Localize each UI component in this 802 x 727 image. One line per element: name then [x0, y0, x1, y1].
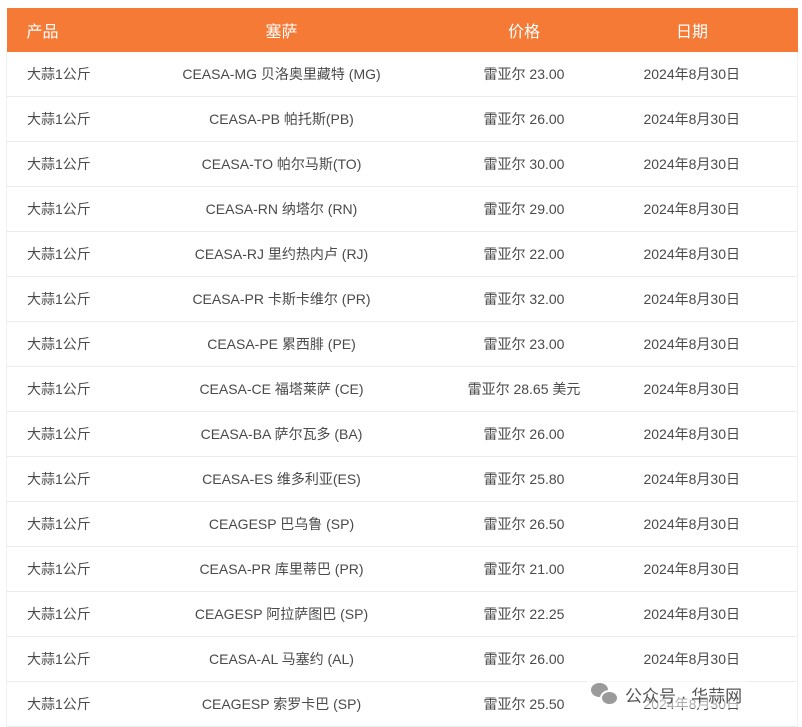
table-row: 大蒜1公斤 CEAGESP 阿拉萨图巴 (SP) 雷亚尔 22.25 2024年8月3… — [6, 591, 798, 637]
cell-ceasa: CEAGESP 索罗卡巴 (SP) — [101, 681, 462, 727]
header-date: 日期 — [675, 24, 708, 41]
table-row: 大蒜1公斤 CEASA-BA 萨尔瓦多 (BA) 雷亚尔 26.00 2024年8月3… — [6, 411, 798, 457]
cell-price: 雷亚尔 26.50 — [461, 501, 587, 547]
cell-price: 雷亚尔 25.50 — [461, 681, 587, 727]
table-row: 大蒜1公斤 CEASA-RJ 里约热内卢 (RJ) 雷亚尔 22.00 2024年8月… — [6, 231, 798, 277]
cell-date: 2024年8月30日 — [586, 321, 798, 367]
cell-price: 雷亚尔 23.00 — [461, 321, 587, 367]
cell-date: 2024年8月30日 — [586, 141, 798, 187]
header-row: 产品 塞萨 价格 日期 — [6, 8, 798, 52]
cell-date: 2024年8月30日 — [586, 52, 798, 97]
cell-date: 2024年8月30日 — [586, 186, 798, 232]
table-row: 大蒜1公斤 CEASA-PB 帕托斯(PB) 雷亚尔 26.00 2024年8月30日 — [6, 96, 798, 142]
cell-product: 大蒜1公斤 — [6, 366, 102, 412]
cell-product: 大蒜1公斤 — [6, 276, 102, 322]
cell-ceasa: CEASA-MG 贝洛奥里藏特 (MG) — [101, 52, 462, 97]
table-row: 大蒜1公斤 CEASA-AL 马塞约 (AL) 雷亚尔 26.00 2024年8月30… — [6, 636, 798, 682]
cell-date: 2024年8月30日 — [586, 636, 798, 682]
cell-product: 大蒜1公斤 — [6, 231, 102, 277]
cell-ceasa: CEASA-PE 累西腓 (PE) — [101, 321, 462, 367]
cell-ceasa: CEASA-PR 库里蒂巴 (PR) — [101, 546, 462, 592]
cell-price: 雷亚尔 22.00 — [461, 231, 587, 277]
cell-ceasa: CEASA-ES 维多利亚(ES) — [101, 456, 462, 502]
table-row: 大蒜1公斤 CEAGESP 巴乌鲁 (SP) 雷亚尔 26.50 2024年8月30日 — [6, 501, 798, 547]
watermark: 公众号 · 华蒜网 — [585, 680, 749, 708]
cell-date: 2024年8月30日 — [586, 591, 798, 637]
cell-price: 雷亚尔 28.65 美元 — [461, 366, 587, 412]
cell-ceasa: CEASA-PR 卡斯卡维尔 (PR) — [101, 276, 462, 322]
cell-ceasa: CEAGESP 巴乌鲁 (SP) — [101, 501, 462, 547]
cell-ceasa: CEASA-RJ 里约热内卢 (RJ) — [101, 231, 462, 277]
cell-price: 雷亚尔 32.00 — [461, 276, 587, 322]
cell-date: 2024年8月30日 — [586, 366, 798, 412]
table-body: 大蒜1公斤 CEASA-MG 贝洛奥里藏特 (MG) 雷亚尔 23.00 2024年8… — [6, 52, 798, 727]
cell-price: 雷亚尔 25.80 — [461, 456, 587, 502]
cell-date: 2024年8月30日 — [586, 501, 798, 547]
cell-price: 雷亚尔 30.00 — [461, 141, 587, 187]
cell-price: 雷亚尔 26.00 — [461, 411, 587, 457]
table-row: 大蒜1公斤 CEASA-PR 库里蒂巴 (PR) 雷亚尔 21.00 2024年8月3… — [6, 546, 798, 592]
cell-product: 大蒜1公斤 — [6, 52, 102, 97]
table-row: 大蒜1公斤 CEASA-MG 贝洛奥里藏特 (MG) 雷亚尔 23.00 2024年8… — [6, 52, 798, 97]
table-row: 大蒜1公斤 CEASA-ES 维多利亚(ES) 雷亚尔 25.80 2024年8月30… — [6, 456, 798, 502]
header-ceasa: 塞萨 — [265, 24, 298, 41]
cell-price: 雷亚尔 23.00 — [461, 52, 587, 97]
cell-ceasa: CEASA-CE 福塔莱萨 (CE) — [101, 366, 462, 412]
cell-product: 大蒜1公斤 — [6, 546, 102, 592]
cell-product: 大蒜1公斤 — [6, 186, 102, 232]
table-row: 大蒜1公斤 CEASA-RN 纳塔尔 (RN) 雷亚尔 29.00 2024年8月30… — [6, 186, 798, 232]
cell-product: 大蒜1公斤 — [6, 321, 102, 367]
cell-ceasa: CEAGESP 阿拉萨图巴 (SP) — [101, 591, 462, 637]
cell-product: 大蒜1公斤 — [6, 636, 102, 682]
watermark-text: 公众号 · 华蒜网 — [625, 686, 743, 706]
table-row: 大蒜1公斤 CEASA-TO 帕尔马斯(TO) 雷亚尔 30.00 2024年8月30… — [6, 141, 798, 187]
cell-date: 2024年8月30日 — [586, 231, 798, 277]
cell-ceasa: CEASA-BA 萨尔瓦多 (BA) — [101, 411, 462, 457]
cell-price: 雷亚尔 29.00 — [461, 186, 587, 232]
cell-price: 雷亚尔 22.25 — [461, 591, 587, 637]
table-header: 产品 塞萨 价格 日期 — [6, 8, 798, 52]
cell-date: 2024年8月30日 — [586, 276, 798, 322]
cell-date: 2024年8月30日 — [586, 456, 798, 502]
header-product: 产品 — [26, 24, 59, 41]
cell-date: 2024年8月30日 — [586, 96, 798, 142]
cell-price: 雷亚尔 26.00 — [461, 96, 587, 142]
cell-price: 雷亚尔 21.00 — [461, 546, 587, 592]
cell-product: 大蒜1公斤 — [6, 411, 102, 457]
price-table: 产品 塞萨 价格 日期 大蒜1公斤 CEASA-MG 贝洛奥里藏特 (MG) 雷亚尔… — [6, 8, 798, 727]
cell-ceasa: CEASA-RN 纳塔尔 (RN) — [101, 186, 462, 232]
cell-price: 雷亚尔 26.00 — [461, 636, 587, 682]
cell-product: 大蒜1公斤 — [6, 456, 102, 502]
header-price: 价格 — [507, 24, 540, 41]
wechat-icon — [591, 683, 619, 706]
table-row: 大蒜1公斤 CEASA-PR 卡斯卡维尔 (PR) 雷亚尔 32.00 2024年8月… — [6, 276, 798, 322]
cell-product: 大蒜1公斤 — [6, 591, 102, 637]
cell-date: 2024年8月30日 — [586, 411, 798, 457]
cell-ceasa: CEASA-PB 帕托斯(PB) — [101, 96, 462, 142]
table-row: 大蒜1公斤 CEASA-CE 福塔莱萨 (CE) 雷亚尔 28.65 美元 2024年… — [6, 366, 798, 412]
cell-ceasa: CEASA-TO 帕尔马斯(TO) — [101, 141, 462, 187]
cell-product: 大蒜1公斤 — [6, 141, 102, 187]
cell-product: 大蒜1公斤 — [6, 96, 102, 142]
cell-product: 大蒜1公斤 — [6, 681, 102, 727]
cell-ceasa: CEASA-AL 马塞约 (AL) — [101, 636, 462, 682]
cell-date: 2024年8月30日 — [586, 546, 798, 592]
cell-product: 大蒜1公斤 — [6, 501, 102, 547]
table-row: 大蒜1公斤 CEASA-PE 累西腓 (PE) 雷亚尔 23.00 2024年8月30… — [6, 321, 798, 367]
